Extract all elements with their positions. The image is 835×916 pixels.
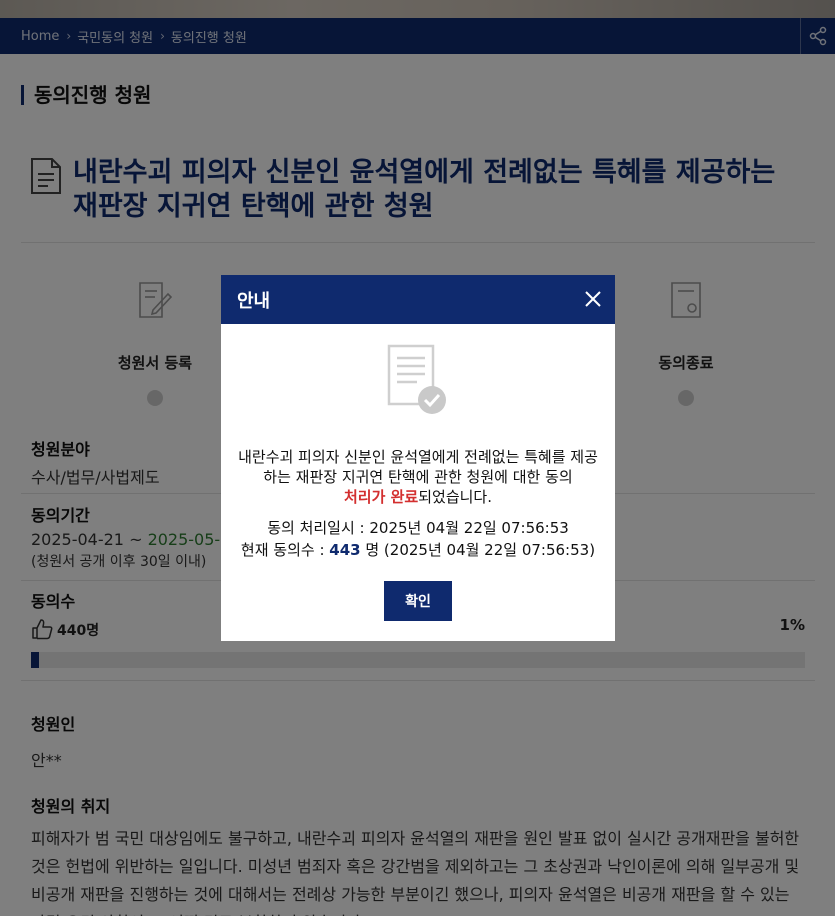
current-count-line: 현재 동의수 : 443 명 (2025년 04월 22일 07:56:53) bbox=[221, 539, 615, 561]
modal-info: 동의 처리일시 : 2025년 04월 22일 07:56:53 현재 동의수 … bbox=[221, 517, 615, 561]
modal-header: 안내 bbox=[221, 275, 615, 324]
confirm-button[interactable]: 확인 bbox=[384, 581, 452, 621]
close-icon[interactable] bbox=[582, 288, 604, 310]
current-count-unit: 명 (2025년 04월 22일 07:56:53) bbox=[360, 541, 596, 559]
modal-message: 내란수괴 피의자 신분인 윤석열에게 전례없는 특혜를 제공하는 재판장 지귀연… bbox=[233, 447, 603, 507]
modal-title: 안내 bbox=[237, 290, 271, 312]
modal-message-main: 내란수괴 피의자 신분인 윤석열에게 전례없는 특혜를 제공하는 재판장 지귀연… bbox=[238, 448, 598, 486]
modal-message-highlight: 처리가 완료 bbox=[343, 488, 419, 506]
processed-time-label: 동의 처리일시 : bbox=[267, 519, 370, 537]
current-count-value: 443 bbox=[329, 541, 361, 559]
processed-time-value: 2025년 04월 22일 07:56:53 bbox=[369, 519, 569, 537]
current-count-label: 현재 동의수 : bbox=[240, 541, 330, 559]
document-check-icon bbox=[387, 344, 446, 414]
processed-time-line: 동의 처리일시 : 2025년 04월 22일 07:56:53 bbox=[221, 517, 615, 539]
modal-message-tail: 되었습니다. bbox=[418, 488, 492, 506]
notice-modal: 안내 내란수괴 피의자 신분인 윤석열에게 전례없는 특혜를 제공하는 재판장 … bbox=[221, 275, 615, 641]
